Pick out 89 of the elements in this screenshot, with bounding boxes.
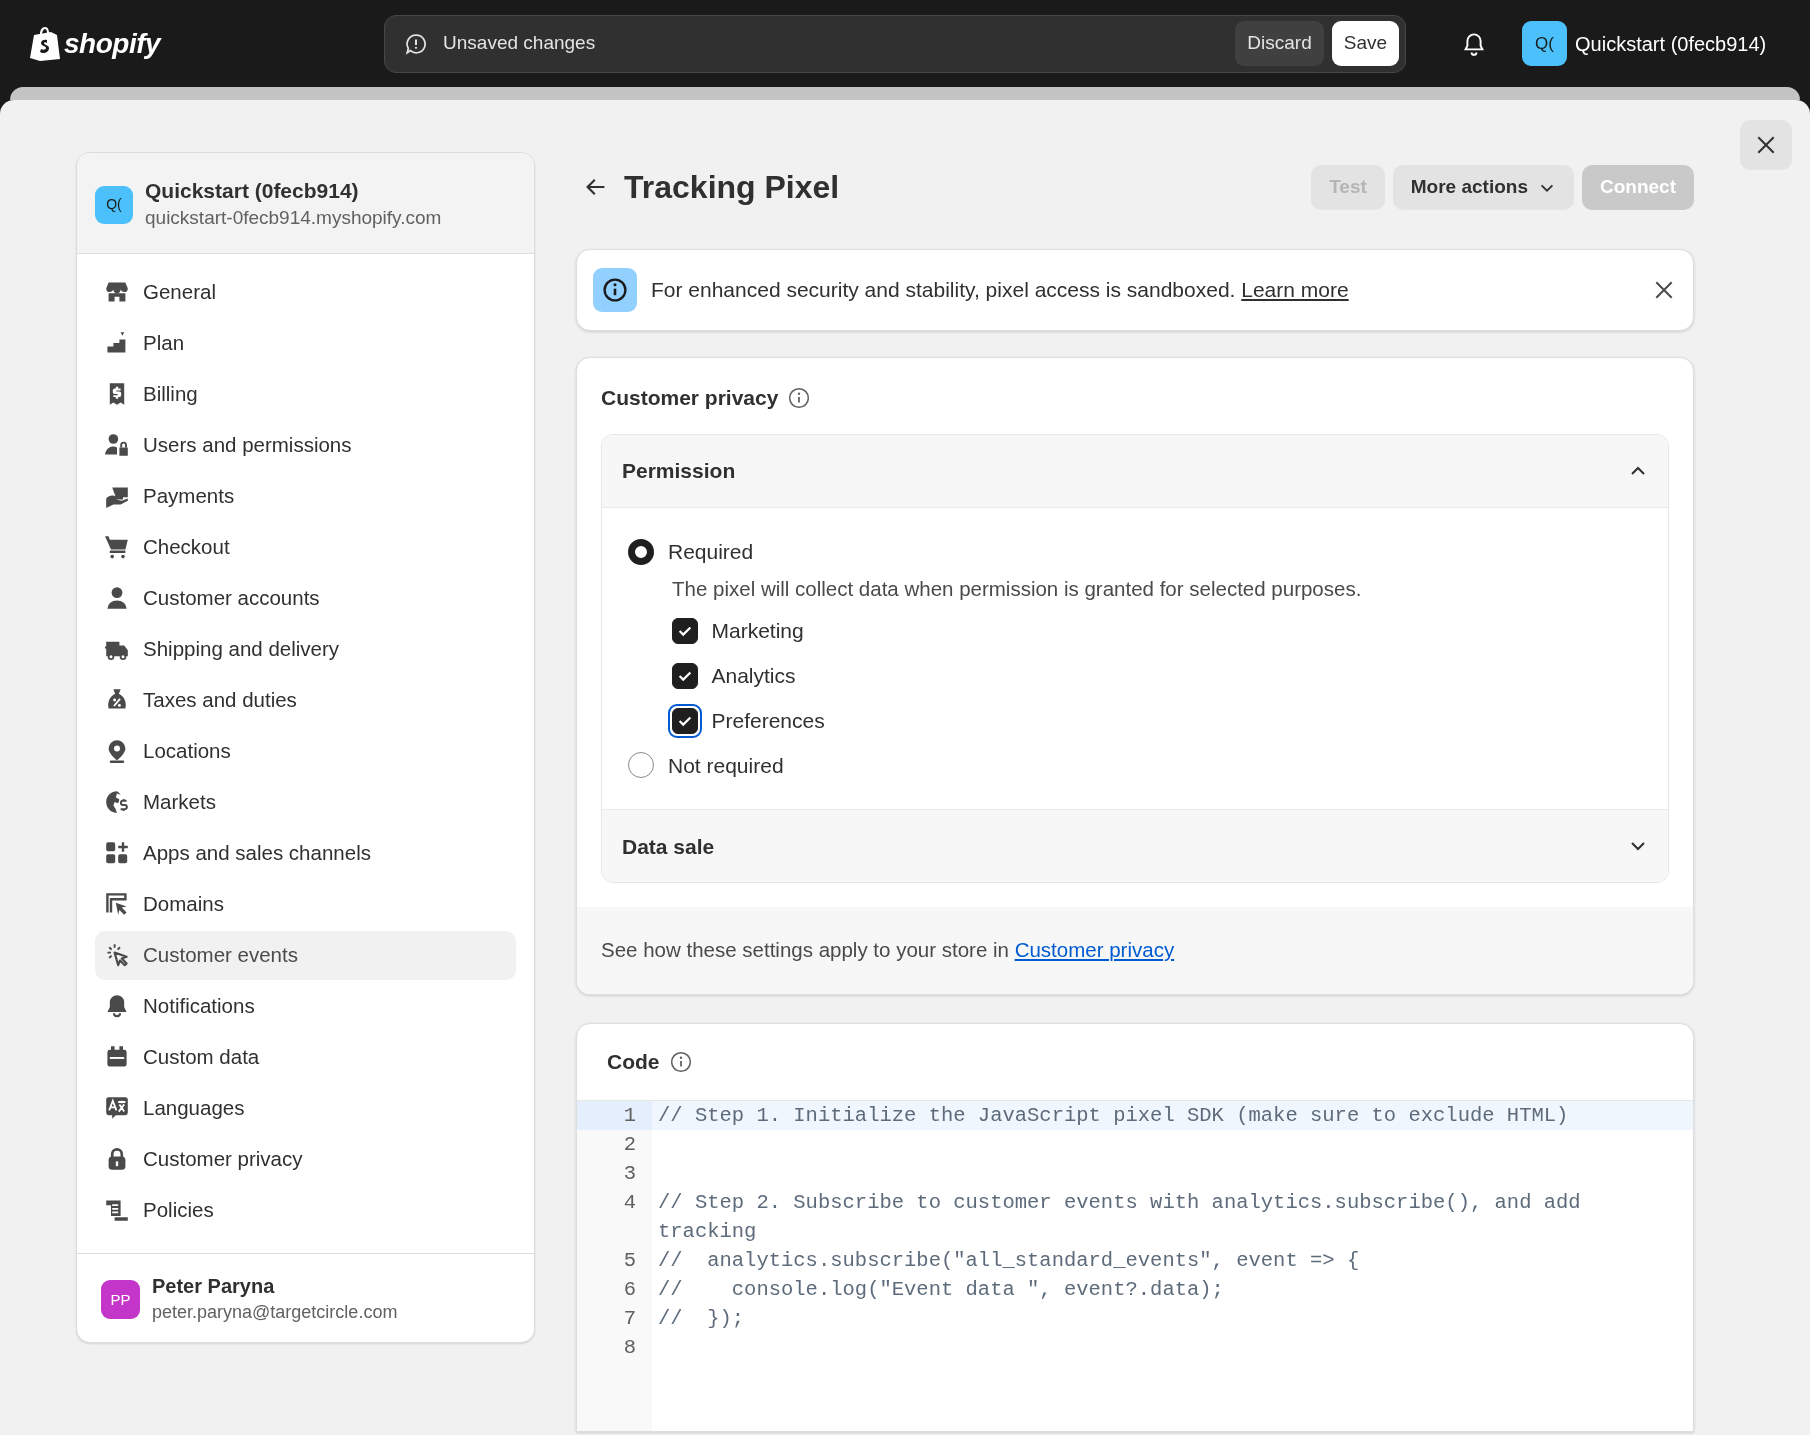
- sidebar-item[interactable]: Apps and sales channels: [95, 828, 516, 878]
- notification-bell-icon[interactable]: [1462, 31, 1487, 56]
- sidebar-item[interactable]: Locations: [95, 726, 516, 776]
- user-email: peter.paryna@targetcircle.com: [152, 1300, 398, 1324]
- code-line: // Step 2. Subscribe to customer events with analytics.subscribe(), and add tracking: [657, 1189, 1582, 1245]
- line-number: 6: [622, 1276, 637, 1303]
- sidebar-item[interactable]: Billing: [95, 369, 516, 419]
- learn-more-link[interactable]: Learn more: [1241, 278, 1349, 302]
- cursor-sparkle-icon: [105, 943, 129, 968]
- sidebar-item[interactable]: Notifications: [95, 981, 516, 1031]
- store-avatar: Q(: [95, 185, 133, 224]
- radio-button[interactable]: [628, 752, 654, 779]
- info-icon: [788, 386, 811, 409]
- unsaved-message: Unsaved changes: [443, 31, 596, 56]
- section-title: Code: [607, 1049, 660, 1075]
- banner-message: For enhanced security and stability, pixel access is sandboxed. Learn more: [651, 277, 1349, 304]
- line-number: 7: [622, 1305, 637, 1332]
- more-actions-button[interactable]: More actions: [1392, 164, 1574, 210]
- line-number: 1: [577, 1100, 652, 1130]
- checkbox-label: Preferences: [711, 708, 825, 734]
- discard-button[interactable]: Discard: [1235, 21, 1324, 66]
- alert-icon: [405, 32, 428, 55]
- apps-icon: [105, 841, 129, 866]
- store-name: Quickstart (0fecb914): [1575, 31, 1767, 57]
- close-icon[interactable]: [1653, 279, 1675, 301]
- customer-privacy-link[interactable]: Customer privacy: [1014, 938, 1175, 962]
- sidebar-item[interactable]: Plan: [95, 318, 516, 368]
- store-icon: [105, 280, 129, 305]
- window-cursor-icon: [105, 892, 129, 917]
- code-line: // Step 1. Initialize the JavaScript pixel SDK (make sure to exclude HTML): [657, 1102, 1569, 1129]
- sidebar-item[interactable]: Customer accounts: [95, 573, 516, 623]
- user-profile[interactable]: PP Peter Paryna peter.paryna@targetcircle.com: [77, 1252, 534, 1342]
- accordion-header[interactable]: Data sale: [602, 810, 1668, 883]
- info-icon: [602, 277, 628, 303]
- radio-label: Required: [668, 538, 754, 565]
- sidebar-item[interactable]: Markets: [95, 777, 516, 827]
- sidebar-item[interactable]: Domains: [95, 879, 516, 929]
- close-button[interactable]: [1740, 120, 1792, 170]
- store-avatar: Q(: [1522, 21, 1568, 66]
- checkbox[interactable]: [671, 662, 698, 689]
- section-title: Customer privacy: [601, 385, 779, 411]
- code-editor[interactable]: [577, 1100, 1693, 1431]
- checkbox-label: Marketing: [711, 618, 804, 644]
- scroll-icon: [105, 1198, 129, 1223]
- sidebar-item[interactable]: General: [95, 267, 516, 317]
- save-button[interactable]: Save: [1331, 21, 1400, 66]
- privacy-note: See how these settings apply to your store in Customer privacy: [577, 907, 1693, 994]
- code-line: // });: [657, 1305, 745, 1332]
- accordion-header[interactable]: Permission: [602, 434, 1668, 507]
- sidebar-item[interactable]: Payments: [95, 471, 516, 521]
- line-number: 2: [622, 1131, 637, 1158]
- user-lock-icon: [105, 433, 129, 458]
- sidebar-item[interactable]: Policies: [95, 1185, 516, 1235]
- shopping-bag-icon: [30, 26, 60, 61]
- sidebar-item[interactable]: Customer events: [95, 930, 516, 980]
- globe-icon: [105, 790, 129, 815]
- info-icon: [669, 1050, 692, 1073]
- code-line: // console.log("Event data ", event?.data);: [657, 1276, 1224, 1303]
- sidebar-item[interactable]: Customer privacy: [95, 1134, 516, 1184]
- sidebar-item[interactable]: Languages: [95, 1083, 516, 1133]
- checkbox[interactable]: [671, 617, 698, 644]
- line-number: 4: [622, 1189, 637, 1216]
- sidebar-item[interactable]: Checkout: [95, 522, 516, 572]
- close-icon: [1755, 134, 1777, 156]
- page-title: Tracking Pixel: [624, 167, 840, 207]
- cart-icon: [105, 535, 129, 560]
- shopify-logo: shopify: [30, 22, 161, 65]
- radio-label: Not required: [668, 752, 784, 779]
- checkbox-label: Analytics: [711, 663, 796, 689]
- sidebar-item[interactable]: Taxes and duties: [95, 675, 516, 725]
- store-name: Quickstart (0fecb914): [145, 178, 360, 204]
- line-number: 8: [622, 1334, 637, 1361]
- sidebar-item[interactable]: Users and permissions: [95, 420, 516, 470]
- line-number: 3: [622, 1160, 637, 1187]
- person-icon: [105, 586, 129, 611]
- store-header[interactable]: Q( Quickstart (0fecb914) quickstart-0fecb914.myshopify.com: [77, 153, 534, 254]
- code-line: // analytics.subscribe("all_standard_events", event => {: [657, 1247, 1360, 1274]
- option-description: The pixel will collect data when permission is granted for selected purposes.: [672, 575, 1363, 602]
- user-avatar: PP: [101, 1280, 140, 1320]
- store-domain: quickstart-0fecb914.myshopify.com: [145, 206, 442, 231]
- sidebar-item[interactable]: Shipping and delivery: [95, 624, 516, 674]
- translate-icon: [105, 1096, 129, 1121]
- radio-button[interactable]: [628, 538, 654, 565]
- store-menu[interactable]: Q( Quickstart (0fecb914): [1522, 21, 1767, 66]
- user-name: Peter Paryna: [152, 1273, 276, 1299]
- bell-icon: [105, 994, 129, 1019]
- sidebar-item[interactable]: Custom data: [95, 1032, 516, 1082]
- line-number: 5: [622, 1247, 637, 1274]
- box-icon: [105, 1045, 129, 1070]
